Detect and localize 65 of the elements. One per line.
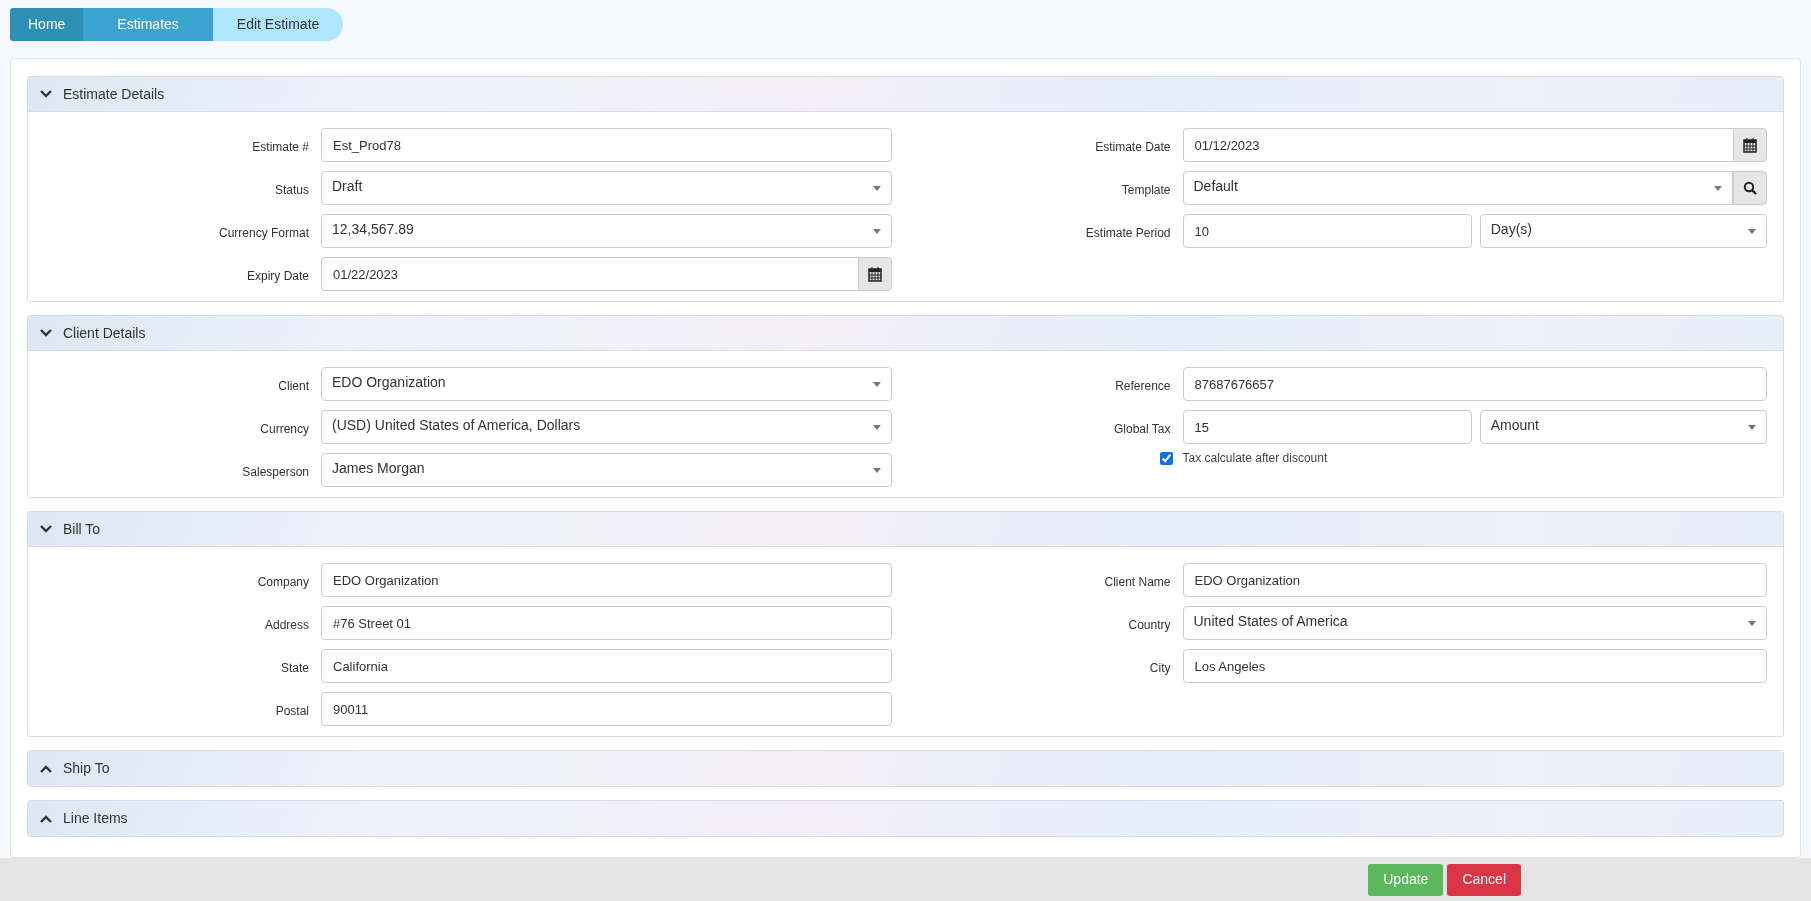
caret-icon <box>1748 228 1756 234</box>
checkbox[interactable] <box>1159 451 1173 465</box>
input-field[interactable]: 01/22/2023 <box>321 257 858 291</box>
section-header[interactable]: Line Items <box>28 801 1783 836</box>
field-label: Estimate Period <box>1084 225 1172 242</box>
input-field[interactable]: Los Angeles <box>1182 649 1767 683</box>
input-field[interactable]: California <box>321 649 892 683</box>
field-label: City <box>1148 660 1172 677</box>
section-header[interactable]: Estimate Details <box>28 77 1783 112</box>
caret-icon <box>872 381 881 387</box>
caret-icon <box>872 467 881 473</box>
field-label: Postal <box>274 703 310 720</box>
field-label: Salesperson <box>241 464 310 481</box>
field-label: Expiry Date <box>245 268 310 285</box>
input-field[interactable]: 10 <box>1182 214 1472 248</box>
caret-icon <box>872 185 881 191</box>
caret-icon <box>872 228 881 234</box>
input-field[interactable]: Est_Prod78 <box>321 128 892 162</box>
field-label: Currency Format <box>217 225 310 242</box>
input-field[interactable]: EDO Organization <box>321 563 892 597</box>
cancel-button[interactable]: Cancel <box>1447 863 1521 896</box>
dropdown[interactable]: United States of America <box>1182 606 1767 640</box>
breadcrumb-link[interactable]: Home <box>10 8 84 41</box>
caret-icon <box>1748 620 1756 626</box>
field-label: Currency <box>259 421 310 438</box>
field-label: Status <box>273 182 310 199</box>
dropdown[interactable]: Draft <box>321 171 892 205</box>
input-field[interactable]: 15 <box>1182 410 1472 444</box>
field-label: Client Name <box>1103 574 1172 591</box>
calendar-icon <box>1743 137 1757 153</box>
field-label: Client <box>277 378 310 395</box>
search-button[interactable] <box>1733 171 1767 205</box>
field-label: Estimate Date <box>1094 139 1172 156</box>
input-field[interactable]: 01/12/2023 <box>1182 128 1733 162</box>
dropdown[interactable]: (USD) United States of America, Dollars <box>321 410 892 444</box>
caret-icon <box>872 424 881 430</box>
input-field[interactable]: #76 Street 01 <box>321 606 892 640</box>
field-label: Company <box>256 574 310 591</box>
dropdown[interactable]: EDO Organization <box>321 367 892 401</box>
input-field[interactable]: 90011 <box>321 692 892 726</box>
dropdown[interactable]: Default <box>1182 171 1733 205</box>
section-header[interactable]: Ship To <box>28 751 1783 786</box>
input-field[interactable]: 87687676657 <box>1182 367 1767 401</box>
calendar-icon <box>867 266 882 282</box>
input-field[interactable]: EDO Organization <box>1182 563 1767 597</box>
calendar-button[interactable] <box>857 257 892 291</box>
dropdown[interactable]: Day(s) <box>1479 214 1767 248</box>
checkbox-label: Tax calculate after discount <box>1182 450 1329 467</box>
field-label: Estimate # <box>251 139 310 156</box>
search-icon <box>1743 181 1757 195</box>
field-label: Global Tax <box>1113 421 1172 438</box>
breadcrumb-link[interactable]: Edit Estimate <box>212 8 344 41</box>
field-label: Reference <box>1114 378 1172 395</box>
calendar-button[interactable] <box>1733 128 1767 162</box>
section-header[interactable]: Client Details <box>28 316 1783 351</box>
field-label: State <box>279 660 310 677</box>
field-label: Country <box>1127 617 1172 634</box>
field-label: Address <box>263 617 310 634</box>
field-label: Template <box>1120 182 1172 199</box>
section-header[interactable]: Bill To <box>28 512 1783 547</box>
caret-icon <box>1748 424 1756 430</box>
caret-icon <box>1714 185 1722 191</box>
dropdown[interactable]: Amount <box>1479 410 1767 444</box>
dropdown[interactable]: 12,34,567.89 <box>321 214 892 248</box>
dropdown[interactable]: James Morgan <box>321 453 892 487</box>
